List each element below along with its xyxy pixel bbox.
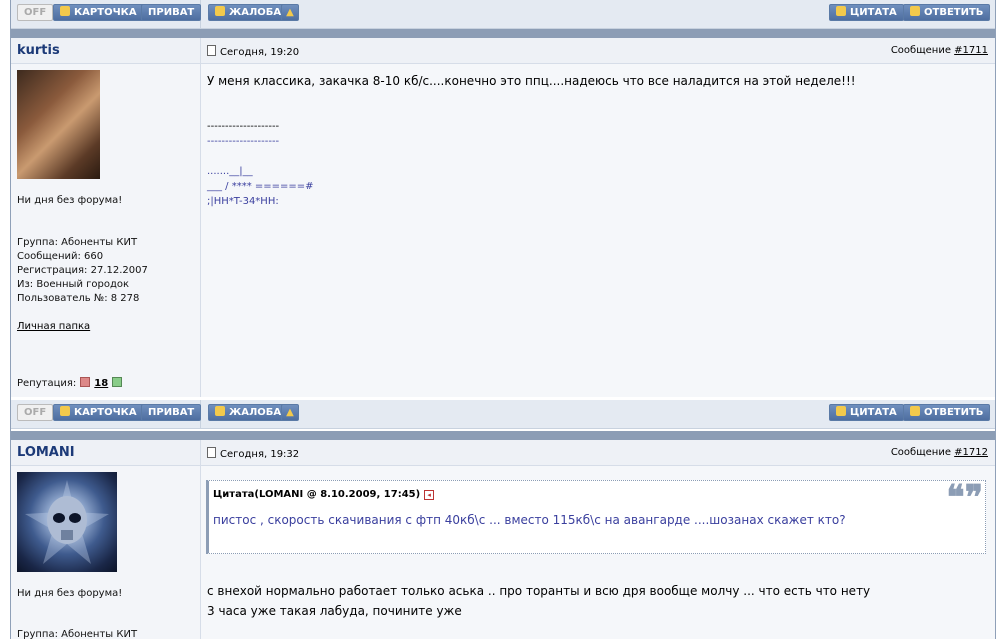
quote-source-icon[interactable]: ◂	[424, 490, 435, 500]
alert-icon	[215, 6, 225, 16]
reputation: Репутация: 18	[17, 377, 126, 389]
plus-icon	[836, 406, 846, 416]
post-text-line: с внехой нормально работает только аська…	[207, 584, 871, 598]
post-body: У меня классика, закачка 8-10 кб/с....ко…	[201, 64, 995, 397]
reputation-plus-icon[interactable]	[112, 377, 123, 387]
off-button[interactable]: OFF	[17, 404, 54, 421]
post-header: LOMANI Сегодня, 19:32 Сообщение #1712	[11, 440, 995, 466]
card-button[interactable]: КАРТОЧКА	[53, 4, 144, 21]
personal-folder-link[interactable]: Личная папка	[17, 321, 90, 332]
post-separator	[11, 431, 995, 440]
complaint-button[interactable]: ЖАЛОБА	[208, 404, 289, 421]
signature-line: --------------------	[207, 121, 280, 132]
card-button[interactable]: КАРТОЧКА	[53, 404, 144, 421]
document-icon	[207, 45, 216, 56]
post-time: Сегодня, 19:32	[207, 447, 299, 460]
complaint-button[interactable]: ЖАЛОБА	[208, 4, 289, 21]
post-header: kurtis Сегодня, 19:20 Сообщение #1711	[11, 38, 995, 64]
reputation-minus-icon[interactable]	[80, 377, 91, 387]
username[interactable]: LOMANI	[17, 445, 75, 460]
post-body: Цитата(LOMANI @ 8.10.2009, 17:45) ◂ ❝❞ пи…	[201, 466, 995, 639]
signature-line: --------------------	[207, 136, 280, 147]
scroll-top-icon[interactable]: ▲	[281, 404, 299, 421]
quote-block: Цитата(LOMANI @ 8.10.2009, 17:45) ◂ ❝❞ пи…	[206, 480, 986, 554]
user-group: Группа: Абоненты КИТ	[17, 629, 138, 640]
avatar	[17, 70, 100, 179]
skull-avatar-art	[25, 480, 109, 564]
user-registration: Регистрация: 27.12.2007	[17, 265, 148, 276]
quote-icon	[910, 406, 920, 416]
plus-icon	[836, 6, 846, 16]
post-permalink[interactable]: #1711	[954, 45, 988, 56]
forum-thread: OFF КАРТОЧКА ПРИВАТ ЖАЛОБА ▲ ЦИТАТА ОТВЕ…	[10, 0, 996, 640]
avatar	[17, 472, 117, 572]
user-message-count: Сообщений: 660	[17, 251, 104, 262]
user-number: Пользователь №: 8 278	[17, 293, 140, 304]
quote-icon	[910, 6, 920, 16]
off-button[interactable]: OFF	[17, 4, 54, 21]
user-icon	[60, 406, 70, 416]
user-location: Из: Военный городок	[17, 279, 130, 290]
signature-line: ___ / **** ======#	[207, 181, 314, 192]
private-button[interactable]: ПРИВАТ	[141, 404, 202, 421]
user-icon	[60, 6, 70, 16]
post-action-bar: OFF КАРТОЧКА ПРИВАТ ЖАЛОБА ▲ ЦИТАТА ОТВЕ…	[11, 0, 995, 29]
post-number: Сообщение #1712	[890, 447, 988, 458]
quote-header: Цитата(LOMANI @ 8.10.2009, 17:45) ◂	[213, 489, 435, 500]
reputation-value[interactable]: 18	[94, 378, 108, 389]
reply-button[interactable]: ОТВЕТИТЬ	[903, 404, 991, 421]
post-separator	[11, 29, 995, 38]
reply-button[interactable]: ОТВЕТИТЬ	[903, 4, 991, 21]
quote-button[interactable]: ЦИТАТА	[829, 404, 904, 421]
private-button[interactable]: ПРИВАТ	[141, 4, 202, 21]
user-profile-panel: Ни дня без форума! Группа: Абоненты КИТ	[11, 466, 201, 640]
post-text-line: 3 часа уже такая лабуда, почините уже	[207, 604, 462, 618]
user-profile-panel: Ни дня без форума! Группа: Абоненты КИТ …	[11, 64, 201, 397]
post-action-bar: OFF КАРТОЧКА ПРИВАТ ЖАЛОБА ▲ ЦИТАТА ОТВЕ…	[11, 400, 995, 429]
quote-text: пистос , скорость скачивания с фтп 40кб\…	[213, 513, 846, 527]
signature-line: .......__|__	[207, 166, 253, 177]
post-permalink[interactable]: #1712	[954, 447, 988, 458]
post-time: Сегодня, 19:20	[207, 45, 299, 58]
alert-icon	[215, 406, 225, 416]
username[interactable]: kurtis	[17, 43, 60, 58]
user-tagline: Ни дня без форума!	[17, 588, 123, 599]
user-tagline: Ни дня без форума!	[17, 195, 123, 206]
post-number: Сообщение #1711	[890, 45, 988, 56]
document-icon	[207, 447, 216, 458]
post-text: У меня классика, закачка 8-10 кб/с....ко…	[207, 74, 856, 88]
signature-line: ;|HH*T-34*HH:	[207, 196, 279, 207]
quote-mark-icon: ❝❞	[946, 478, 983, 518]
quote-button[interactable]: ЦИТАТА	[829, 4, 904, 21]
scroll-top-icon[interactable]: ▲	[281, 4, 299, 21]
user-group: Группа: Абоненты КИТ	[17, 237, 138, 248]
